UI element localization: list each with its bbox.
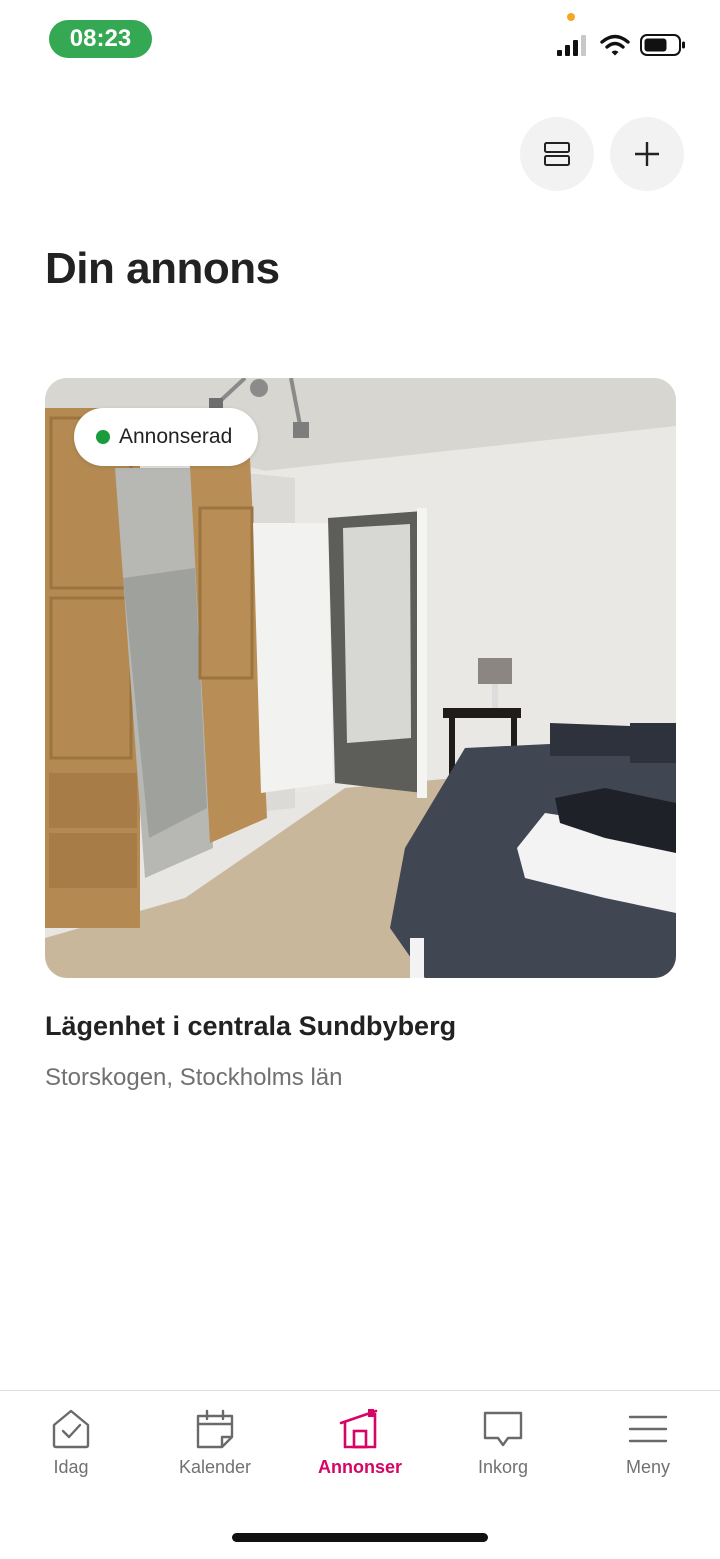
privacy-indicator-dot [567, 13, 575, 21]
listing-location: Storskogen, Stockholms län [45, 1064, 343, 1091]
tab-meny[interactable]: Meny [588, 1407, 708, 1487]
signal-icon [557, 35, 586, 56]
tab-label: Idag [53, 1457, 89, 1477]
status-bar: 08:23 [0, 0, 720, 80]
inbox-icon [483, 1411, 523, 1447]
tab-label: Kalender [178, 1457, 252, 1477]
status-label: Annonserad [119, 425, 233, 448]
plus-icon [635, 142, 659, 166]
wifi-icon [600, 34, 630, 56]
tab-label: Annonser [317, 1457, 402, 1477]
layout-icon [544, 142, 570, 166]
tab-idag[interactable]: Idag [11, 1407, 131, 1487]
tab-label: Inkorg [477, 1457, 529, 1477]
tab-annonser[interactable]: Annonser [300, 1407, 420, 1487]
status-dot [96, 430, 110, 444]
tab-kalender[interactable]: Kalender [155, 1407, 275, 1487]
page-title: Din annons [45, 244, 280, 293]
bedroom-photo [45, 378, 676, 978]
today-icon [52, 1409, 90, 1449]
menu-icon [628, 1415, 668, 1443]
add-listing-button[interactable] [610, 117, 684, 191]
calendar-icon [196, 1409, 234, 1449]
tab-inkorg[interactable]: Inkorg [443, 1407, 563, 1487]
layout-toggle-button[interactable] [520, 117, 594, 191]
listing-card[interactable]: Annonserad Lägenhet i centrala Sundbyber… [45, 378, 676, 1092]
home-indicator[interactable] [232, 1533, 488, 1542]
status-badge: Annonserad [74, 408, 259, 466]
listing-title[interactable]: Lägenhet i centrala Sundbyberg [45, 1011, 676, 1042]
status-time: 08:23 [49, 20, 152, 58]
tab-label: Meny [625, 1457, 670, 1477]
listing-photo[interactable]: Annonserad [45, 378, 676, 978]
listings-icon [339, 1409, 378, 1449]
battery-icon [640, 34, 685, 56]
